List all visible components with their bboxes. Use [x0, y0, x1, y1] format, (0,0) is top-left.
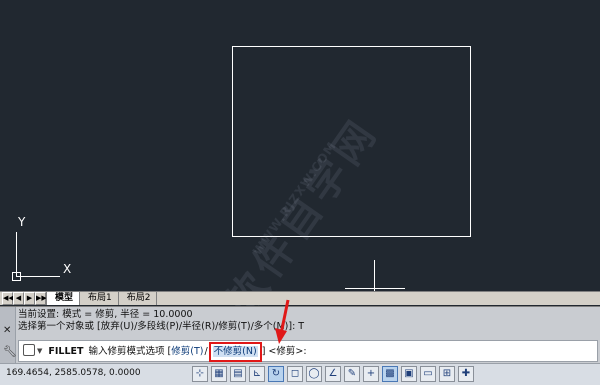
option-no-trim[interactable]: 不修剪(N) — [212, 346, 258, 357]
osnap-icon[interactable]: ↻ — [268, 366, 284, 382]
drawing-canvas[interactable]: 软件自学网 WWW.RJZXW.COM — [0, 0, 600, 324]
arrow-annotation-icon — [275, 299, 290, 344]
status-bar: 169.4654, 2585.0578, 0.0000 ⊹ ▦ ▤ ⊾ ↻ ◻ … — [0, 363, 600, 385]
annotation-monitor-icon[interactable]: ⊞ — [439, 366, 455, 382]
command-prompt: 输入修剪模式选项 [ — [88, 346, 172, 357]
tab-nav-first-button[interactable]: ◀◀ — [2, 292, 14, 305]
tab-nav-prev-button[interactable]: ◀ — [13, 292, 24, 305]
command-window: ✕ 🔧︎ 当前设置: 模式 = 修剪, 半径 = 10.0000 选择第一个对象… — [0, 306, 600, 364]
tab-layout2[interactable]: 布局2 — [118, 292, 158, 305]
tab-bar-fill — [157, 292, 600, 305]
selection-cycling-icon[interactable]: ▭ — [420, 366, 436, 382]
command-prompt-default: ] <修剪>: — [261, 346, 307, 357]
ducs-icon[interactable]: ∠ — [325, 366, 341, 382]
history-line: 当前设置: 模式 = 修剪, 半径 = 10.0000 — [18, 309, 193, 320]
ucs-icon — [12, 232, 60, 281]
command-name: FILLET — [48, 346, 84, 357]
3d-osnap-icon[interactable]: ◻ — [287, 366, 303, 382]
layout-tab-bar: ◀◀ ◀ ▶ ▶▶ 模型 布局1 布局2 — [0, 291, 600, 305]
ucs-x-label: X — [63, 262, 72, 276]
wrench-icon[interactable]: 🔧︎ — [3, 345, 17, 358]
polar-icon[interactable]: ⊾ — [249, 366, 265, 382]
otrack-icon[interactable]: ◯ — [306, 366, 322, 382]
command-input-line[interactable]: ▼ FILLET 输入修剪模式选项 [修剪(T)/ 不修剪(N)] <修剪>: — [18, 340, 598, 362]
tab-nav-last-button[interactable]: ▶▶ — [35, 292, 47, 305]
tab-model[interactable]: 模型 — [46, 292, 81, 305]
command-window-handle[interactable]: ✕ 🔧︎ — [0, 307, 17, 364]
add-icon[interactable]: ✚ — [458, 366, 474, 382]
close-icon[interactable]: ✕ — [3, 325, 11, 336]
coordinate-readout: 169.4654, 2585.0578, 0.0000 — [6, 368, 141, 378]
dyn-input-icon[interactable]: ✎ — [344, 366, 360, 382]
snap-icon[interactable]: ⊹ — [192, 366, 208, 382]
tab-nav-next-button[interactable]: ▶ — [24, 292, 35, 305]
quick-properties-icon[interactable]: ▣ — [401, 366, 417, 382]
chevron-down-icon[interactable]: ▼ — [37, 341, 42, 361]
command-history: 当前设置: 模式 = 修剪, 半径 = 10.0000 选择第一个对象或 [放弃… — [18, 309, 598, 339]
lineweight-icon[interactable]: + — [363, 366, 379, 382]
command-prompt-icon[interactable] — [23, 344, 35, 356]
drafting-toggles: ⊹ ▦ ▤ ⊾ ↻ ◻ ◯ ∠ ✎ + ▩ ▣ ▭ ⊞ ✚ — [192, 366, 474, 382]
ortho-icon[interactable]: ▤ — [230, 366, 246, 382]
transparency-icon[interactable]: ▩ — [382, 366, 398, 382]
option-separator: / — [204, 346, 208, 357]
grid-icon[interactable]: ▦ — [211, 366, 227, 382]
tab-layout1[interactable]: 布局1 — [80, 292, 119, 305]
history-line: 选择第一个对象或 [放弃(U)/多段线(P)/半径(R)/修剪(T)/多个(M)… — [18, 321, 305, 332]
ucs-y-label: Y — [18, 215, 26, 229]
option-trim[interactable]: 修剪(T) — [171, 346, 203, 357]
highlight-box: 不修剪(N) — [208, 342, 262, 362]
